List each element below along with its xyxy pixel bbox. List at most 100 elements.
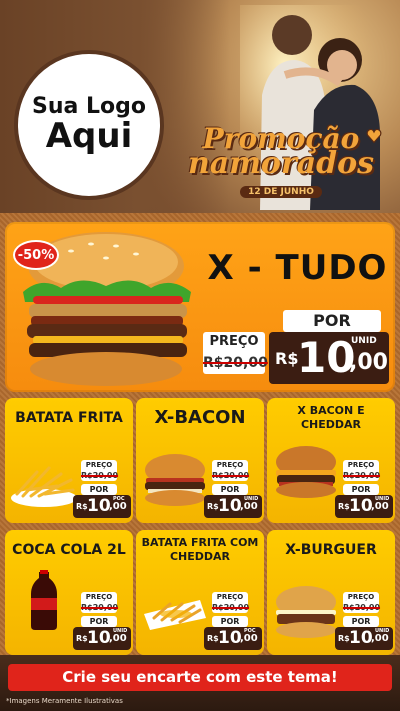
old-price-value: R$20,00	[212, 471, 250, 480]
card-price: PREÇO R$20,00 POR R$ 10 ,00 POC	[73, 460, 131, 520]
product-image	[140, 450, 210, 510]
burger-icon	[145, 454, 205, 506]
price-int: 10	[87, 496, 111, 516]
old-price-value: R$20,00	[343, 603, 381, 612]
por-label: POR	[283, 310, 381, 332]
product-title: X-BURGUER	[285, 542, 377, 558]
currency: R$	[207, 634, 219, 643]
por-label: POR	[343, 616, 379, 627]
old-price: R$20,00	[343, 470, 381, 481]
hero-product-name: X - TUDO	[207, 248, 388, 288]
preco-label: PREÇO	[343, 592, 379, 602]
price-unit: UNID	[351, 336, 377, 346]
price-int: 10	[218, 496, 242, 516]
logo-text-line2: Aqui	[45, 116, 133, 157]
old-price: R$20,00	[212, 470, 250, 481]
por-label: POR	[212, 484, 248, 495]
product-title: COCA COLA 2L	[12, 542, 126, 558]
promo-date: 12 DE JUNHO	[240, 186, 322, 198]
old-price-value: R$20,00	[81, 471, 119, 480]
product-image	[271, 582, 341, 642]
product-image	[9, 450, 79, 510]
hero-offer: -50% X - TUDO PREÇO R$20,00 POR R$ 10 ,0…	[5, 222, 395, 392]
new-price: R$ 10 ,00 POC	[204, 627, 262, 650]
product-card: X BACON E CHEDDAR PREÇO R$20,00 POR R$ 1…	[267, 398, 395, 523]
new-price: R$ 10 ,00 UNID	[73, 627, 131, 650]
product-title: X-BACON	[154, 407, 246, 428]
por-label: POR	[212, 616, 248, 627]
currency: R$	[338, 502, 350, 511]
price-unit: UNID	[375, 496, 390, 502]
preco-label: PREÇO	[203, 332, 265, 352]
product-card: COCA COLA 2L PREÇO R$20,00 POR R$ 10 ,00…	[5, 530, 133, 655]
price-int: 10	[349, 628, 373, 648]
price-int: 10	[349, 496, 373, 516]
new-price: R$ 10 ,00 POC	[73, 495, 131, 518]
price-int: 10	[87, 628, 111, 648]
new-price: R$ 10 ,00 UNID	[204, 495, 262, 518]
flyer: Sua Logo Aqui Promoção namorados 12 DE J…	[0, 0, 400, 711]
product-title: X BACON E CHEDDAR	[297, 404, 365, 431]
price-int: 10	[297, 333, 356, 382]
card-price: PREÇO R$20,00 POR R$ 10 ,00 UNID	[335, 592, 393, 652]
por-label: POR	[81, 484, 117, 495]
burger-icon	[276, 586, 336, 638]
old-price: R$20,00	[81, 470, 119, 481]
hero-price: PREÇO R$20,00 POR R$ 10 ,00 UNID	[199, 310, 391, 386]
old-price: R$20,00	[343, 602, 381, 613]
price-cents: ,00	[109, 633, 127, 644]
fries-cheddar-icon	[144, 600, 206, 630]
price-cents: ,00	[240, 501, 258, 512]
price-unit: UNID	[375, 628, 390, 634]
preco-label: PREÇO	[81, 460, 117, 470]
soda-bottle-icon	[31, 570, 57, 630]
new-price: R$ 10 ,00 UNID	[335, 495, 393, 518]
old-price-value: R$20,00	[343, 471, 381, 480]
card-price: PREÇO R$20,00 POR R$ 10 ,00 UNID	[335, 460, 393, 520]
logo-placeholder: Sua Logo Aqui	[14, 50, 164, 200]
old-price: R$20,00	[203, 352, 268, 374]
card-price: PREÇO R$20,00 POR R$ 10 ,00 UNID	[73, 592, 131, 652]
card-price: PREÇO R$20,00 POR R$ 10 ,00 UNID	[204, 460, 262, 520]
old-price: R$20,00	[81, 602, 119, 613]
fries-icon	[11, 466, 77, 507]
promo-title: Promoção namorados 12 DE JUNHO	[176, 125, 386, 198]
product-title: BATATA FRITA COM CHEDDAR	[141, 536, 259, 563]
currency: R$	[76, 634, 88, 643]
por-label: POR	[81, 616, 117, 627]
old-price-value: R$20,00	[81, 603, 119, 612]
old-price: R$20,00	[212, 602, 250, 613]
card-price: PREÇO R$20,00 POR R$ 10 ,00 POC	[204, 592, 262, 652]
preco-label: PREÇO	[343, 460, 379, 470]
product-image	[140, 574, 210, 634]
currency: R$	[207, 502, 219, 511]
discount-badge: -50%	[13, 240, 59, 270]
price-cents: ,00	[349, 350, 388, 375]
product-title: BATATA FRITA	[15, 410, 123, 426]
old-price-value: R$20,00	[203, 355, 268, 371]
preco-label: PREÇO	[212, 592, 248, 602]
product-card: X-BURGUER PREÇO R$20,00 POR R$ 10 ,00 UN…	[267, 530, 395, 655]
new-price: R$ 10 ,00 UNID	[269, 332, 389, 384]
heart-icon	[366, 128, 382, 144]
product-image	[271, 442, 341, 502]
cta-banner[interactable]: Crie seu encarte com este tema!	[8, 664, 392, 691]
burger-icon	[276, 446, 336, 498]
header-banner: Sua Logo Aqui Promoção namorados 12 DE J…	[0, 0, 400, 213]
preco-label: PREÇO	[212, 460, 248, 470]
old-price-value: R$20,00	[212, 603, 250, 612]
price-unit: UNID	[113, 628, 128, 634]
price-unit: POC	[113, 496, 125, 502]
currency: R$	[76, 502, 88, 511]
promo-title-line2: namorados	[187, 146, 375, 181]
currency: R$	[338, 634, 350, 643]
price-cents: ,00	[371, 633, 389, 644]
price-cents: ,00	[240, 633, 258, 644]
product-card: X-BACON PREÇO R$20,00 POR R$ 10 ,00 UNID	[136, 398, 264, 523]
product-card: BATATA FRITA PREÇO R$20,00 POR R$ 10 ,00…	[5, 398, 133, 523]
price-unit: UNID	[244, 496, 259, 502]
product-image	[9, 570, 79, 630]
price-cents: ,00	[371, 501, 389, 512]
por-label: POR	[343, 484, 379, 495]
price-unit: POC	[244, 628, 256, 634]
